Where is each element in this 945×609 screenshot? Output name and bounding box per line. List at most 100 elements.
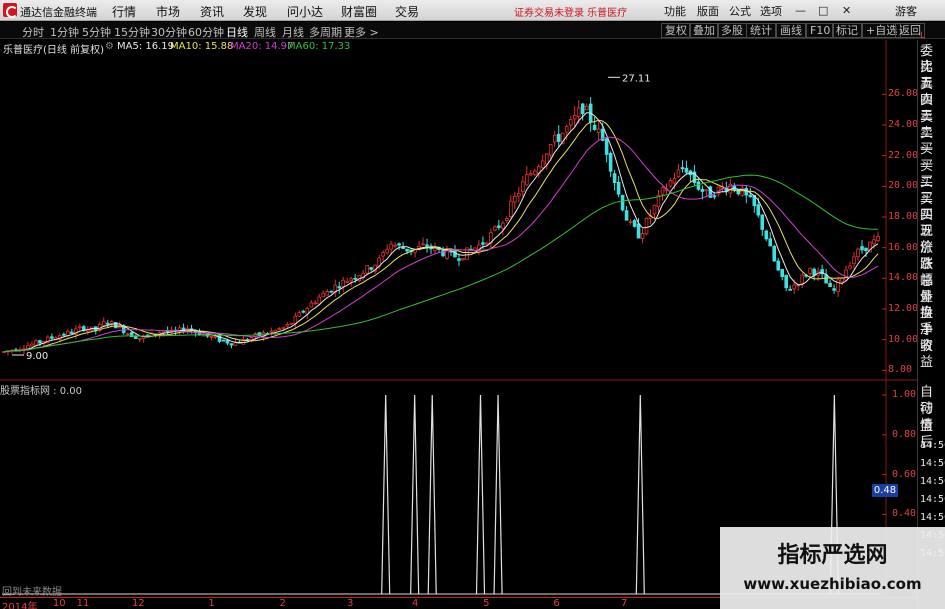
- candle-body: [353, 277, 357, 280]
- candle-body: [604, 138, 609, 155]
- price-tick-label: 10.00: [888, 333, 919, 345]
- annotations: 27.11 9.00: [12, 73, 651, 362]
- candle-body: [636, 223, 641, 239]
- candle-body: [161, 330, 166, 333]
- candle-body: [493, 226, 497, 231]
- candle-body: [50, 336, 54, 339]
- candle-body: [62, 333, 66, 336]
- candle-body: [596, 128, 601, 133]
- candle-body: [285, 324, 290, 327]
- ma60-label: MA60: 17.33: [287, 41, 351, 52]
- candle-body: [544, 153, 549, 165]
- candle-body: [660, 187, 665, 195]
- ma10-line: [3, 119, 879, 353]
- candle-body: [828, 282, 832, 287]
- ma20-label: MA20: 14.97: [230, 41, 294, 52]
- ind-tick-label: 1.00: [892, 389, 917, 400]
- watermark-title: 指标严选网: [777, 543, 888, 568]
- price-tick-label: 20.00: [888, 180, 919, 192]
- candle-body: [548, 144, 553, 156]
- candle-body: [852, 256, 856, 264]
- indicator-spike: [493, 394, 503, 595]
- candle-body: [552, 134, 557, 143]
- candle-body: [269, 330, 274, 333]
- candle-body: [696, 181, 701, 190]
- candle-body: [704, 189, 709, 192]
- candle-body: [532, 170, 537, 176]
- candle-body: [612, 173, 617, 184]
- quote-side-panel: L 委比 卖五 卖四 卖三 卖二 卖一 买一 买二 买三 买四 买五 现价 涨跌 涨幅 总量 外盘 换手 净资 收益自…: [917, 31, 945, 609]
- candle-body: [385, 249, 389, 254]
- side-panel-time: 14:50: [920, 458, 945, 469]
- candle-body: [564, 126, 569, 133]
- side-panel-time: 14:50: [920, 512, 945, 523]
- candle-body: [628, 221, 633, 223]
- candle-body: [513, 196, 517, 203]
- date-tick-label: 7: [620, 598, 628, 609]
- side-panel-item[interactable]: 收益: [920, 339, 945, 371]
- candle-body: [624, 210, 629, 221]
- indicator-spike: [427, 394, 437, 595]
- candle-body: [301, 310, 306, 313]
- ma5-line: [3, 112, 879, 353]
- candle-body: [397, 243, 401, 246]
- candle-body: [317, 296, 322, 305]
- candle-body: [345, 280, 350, 283]
- ind-tick-label: 0.60: [892, 468, 917, 480]
- date-tick-label: 3: [347, 598, 354, 609]
- indicator-current-value: 0.48: [872, 484, 898, 497]
- candle-body: [876, 236, 880, 241]
- candle-body: [856, 248, 860, 258]
- candle-body: [556, 133, 561, 142]
- ma60-line: [3, 174, 878, 353]
- candle-body: [572, 115, 577, 120]
- settings-gear-icon[interactable]: ⚙: [105, 41, 114, 52]
- candle-body: [137, 337, 142, 340]
- price-tick-label: 8.00: [888, 364, 913, 376]
- candle-body: [808, 268, 812, 274]
- candle-body: [640, 233, 645, 239]
- candle-body: [760, 214, 765, 230]
- candle-body: [792, 284, 796, 290]
- indicator-spike: [381, 394, 391, 595]
- candle-body: [457, 258, 461, 261]
- candle-body: [756, 204, 761, 216]
- price-tick-label: 22.00: [888, 149, 919, 161]
- candle-body: [509, 200, 513, 217]
- candle-body: [632, 220, 637, 227]
- annotation-label: 9.00: [26, 351, 48, 362]
- date-tick-label: 5: [483, 598, 490, 609]
- candle-body: [281, 326, 286, 329]
- candle-body: [497, 225, 501, 228]
- candle-body: [672, 178, 677, 184]
- candle-body: [768, 238, 773, 247]
- candle-body: [780, 268, 785, 277]
- date-tick-label: 2014年: [2, 602, 38, 609]
- candle-body: [652, 204, 657, 215]
- candle-body: [772, 245, 777, 262]
- price-tick-label: 24.00: [888, 119, 919, 130]
- side-panel-time: 14:50: [920, 440, 945, 451]
- candle-body: [309, 302, 314, 308]
- candle-body: [325, 291, 330, 296]
- candle-body: [748, 194, 753, 198]
- candle-body: [273, 329, 278, 333]
- annotation-label: 27.11: [622, 73, 651, 84]
- candle-body: [517, 193, 521, 197]
- candle-body: [293, 315, 298, 325]
- candle-body: [66, 330, 70, 336]
- candle-body: [864, 247, 868, 251]
- side-l-label: L: [920, 31, 926, 41]
- candle-body: [528, 173, 533, 176]
- kline-chart[interactable]: 27.11 9.00: [0, 0, 917, 597]
- candle-body: [540, 160, 545, 169]
- candle-body: [844, 269, 848, 281]
- stock-terminal-window: 通达信金融终端 行情 市场 资讯 发现 问小达 财富圈 交易 证券交易未登录 乐…: [0, 0, 945, 609]
- candle-body: [764, 230, 769, 240]
- candle-body: [832, 288, 836, 291]
- candle-body: [34, 340, 38, 346]
- indicator-spike: [635, 394, 645, 595]
- candle-body: [105, 322, 110, 325]
- price-tick-label: 16.00: [888, 241, 919, 253]
- price-tick-label: 18.00: [888, 211, 919, 222]
